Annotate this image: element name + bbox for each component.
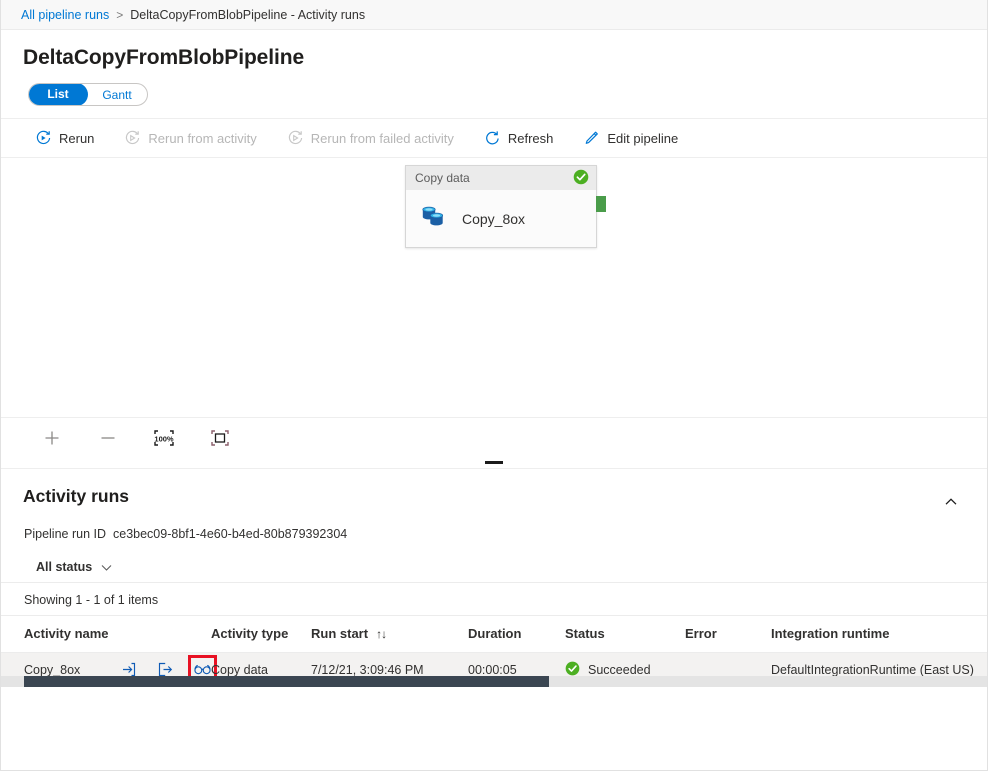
- chevron-down-icon: [100, 561, 113, 574]
- activity-node-type-label: Copy data: [415, 171, 470, 185]
- refresh-label: Refresh: [508, 131, 554, 146]
- column-header-integration-runtime[interactable]: Integration runtime: [771, 616, 987, 652]
- activity-runs-header: Activity runs: [1, 469, 987, 516]
- table-header-row: Activity name Activity type Run start↑↓ …: [1, 616, 987, 652]
- rerun-from-failed-activity-icon: [287, 130, 304, 147]
- column-header-activity-name[interactable]: Activity name: [1, 616, 211, 652]
- rerun-from-activity-button: Rerun from activity: [120, 125, 268, 152]
- rerun-button[interactable]: Rerun: [31, 125, 106, 152]
- refresh-icon: [484, 130, 501, 147]
- splitter-handle[interactable]: [485, 461, 503, 464]
- rerun-label: Rerun: [59, 131, 94, 146]
- activity-node-body: Copy_8ox: [406, 190, 596, 247]
- activity-node-header: Copy data: [406, 166, 596, 190]
- activity-name-text: Copy_8ox: [24, 663, 120, 677]
- command-bar: Rerun Rerun from activity Rerun from: [1, 118, 987, 158]
- showing-count-text: Showing 1 - 1 of 1 items: [1, 582, 987, 615]
- rerun-from-failed-activity-label: Rerun from failed activity: [311, 131, 454, 146]
- tab-gantt[interactable]: Gantt: [87, 84, 147, 105]
- status-filter-label: All status: [36, 560, 92, 574]
- zoom-out-button[interactable]: [93, 425, 123, 451]
- sort-updown-icon: ↑↓: [376, 627, 386, 641]
- chevron-up-icon: [943, 494, 959, 510]
- page-title: DeltaCopyFromBlobPipeline: [1, 30, 987, 70]
- horizontal-scrollbar-track[interactable]: [1, 676, 987, 687]
- panel-splitter[interactable]: [1, 457, 987, 469]
- column-header-run-start-label: Run start: [311, 626, 368, 641]
- edit-pipeline-label: Edit pipeline: [607, 131, 678, 146]
- activity-output-port[interactable]: [596, 196, 606, 212]
- pipeline-run-id-row: Pipeline run ID ce3bec09-8bf1-4e60-b4ed-…: [1, 516, 987, 541]
- refresh-button[interactable]: Refresh: [480, 125, 566, 152]
- breadcrumb-separator: >: [116, 8, 123, 22]
- pipeline-canvas[interactable]: Copy data: [1, 158, 987, 457]
- rerun-from-activity-label: Rerun from activity: [148, 131, 256, 146]
- canvas-zoom-controls: 100%: [1, 417, 987, 457]
- plus-icon: [43, 429, 61, 447]
- column-header-duration[interactable]: Duration: [468, 616, 565, 652]
- pipeline-run-id-value: ce3bec09-8bf1-4e60-b4ed-80b879392304: [113, 527, 347, 541]
- horizontal-scrollbar-thumb[interactable]: [24, 676, 549, 687]
- rerun-icon: [35, 130, 52, 147]
- pipeline-run-id-label: Pipeline run ID: [24, 527, 106, 541]
- svg-text:100%: 100%: [154, 434, 174, 443]
- rerun-from-activity-icon: [124, 130, 141, 147]
- pencil-icon: [583, 130, 600, 147]
- status-filter-dropdown[interactable]: All status: [31, 557, 118, 577]
- fit-to-screen-icon: [210, 429, 230, 447]
- rerun-from-failed-activity-button: Rerun from failed activity: [283, 125, 466, 152]
- activity-runs-collapse-button[interactable]: [937, 488, 965, 516]
- zoom-in-button[interactable]: [37, 425, 67, 451]
- success-check-icon: [573, 169, 589, 188]
- view-toggle[interactable]: List Gantt: [28, 83, 148, 106]
- column-header-status[interactable]: Status: [565, 616, 685, 652]
- tab-list[interactable]: List: [28, 83, 88, 106]
- activity-node-name: Copy_8ox: [462, 211, 525, 227]
- zoom-level-icon: 100%: [153, 429, 175, 447]
- status-text: Succeeded: [588, 663, 651, 677]
- edit-pipeline-button[interactable]: Edit pipeline: [579, 125, 690, 152]
- breadcrumb-current: DeltaCopyFromBlobPipeline - Activity run…: [130, 8, 365, 22]
- breadcrumb-all-pipeline-runs-link[interactable]: All pipeline runs: [21, 8, 109, 22]
- activity-runs-table-wrapper: Activity name Activity type Run start↑↓ …: [1, 615, 987, 687]
- column-header-run-start[interactable]: Run start ↑↓: [311, 616, 468, 652]
- column-header-activity-type[interactable]: Activity type: [211, 616, 311, 652]
- fit-to-screen-button[interactable]: [205, 425, 235, 451]
- copy-data-icon: [419, 202, 449, 235]
- status-filter-row: All status: [1, 541, 987, 582]
- activity-runs-panel: Activity runs Pipeline run ID ce3bec09-8…: [1, 469, 987, 687]
- zoom-level-button[interactable]: 100%: [149, 425, 179, 451]
- activity-runs-title: Activity runs: [23, 486, 129, 507]
- activity-runs-page: All pipeline runs > DeltaCopyFromBlobPip…: [0, 0, 988, 771]
- column-header-error[interactable]: Error: [685, 616, 771, 652]
- breadcrumb: All pipeline runs > DeltaCopyFromBlobPip…: [1, 0, 987, 30]
- minus-icon: [99, 429, 117, 447]
- activity-node-copy-data[interactable]: Copy data: [405, 165, 597, 248]
- view-toggle-row: List Gantt: [1, 70, 987, 106]
